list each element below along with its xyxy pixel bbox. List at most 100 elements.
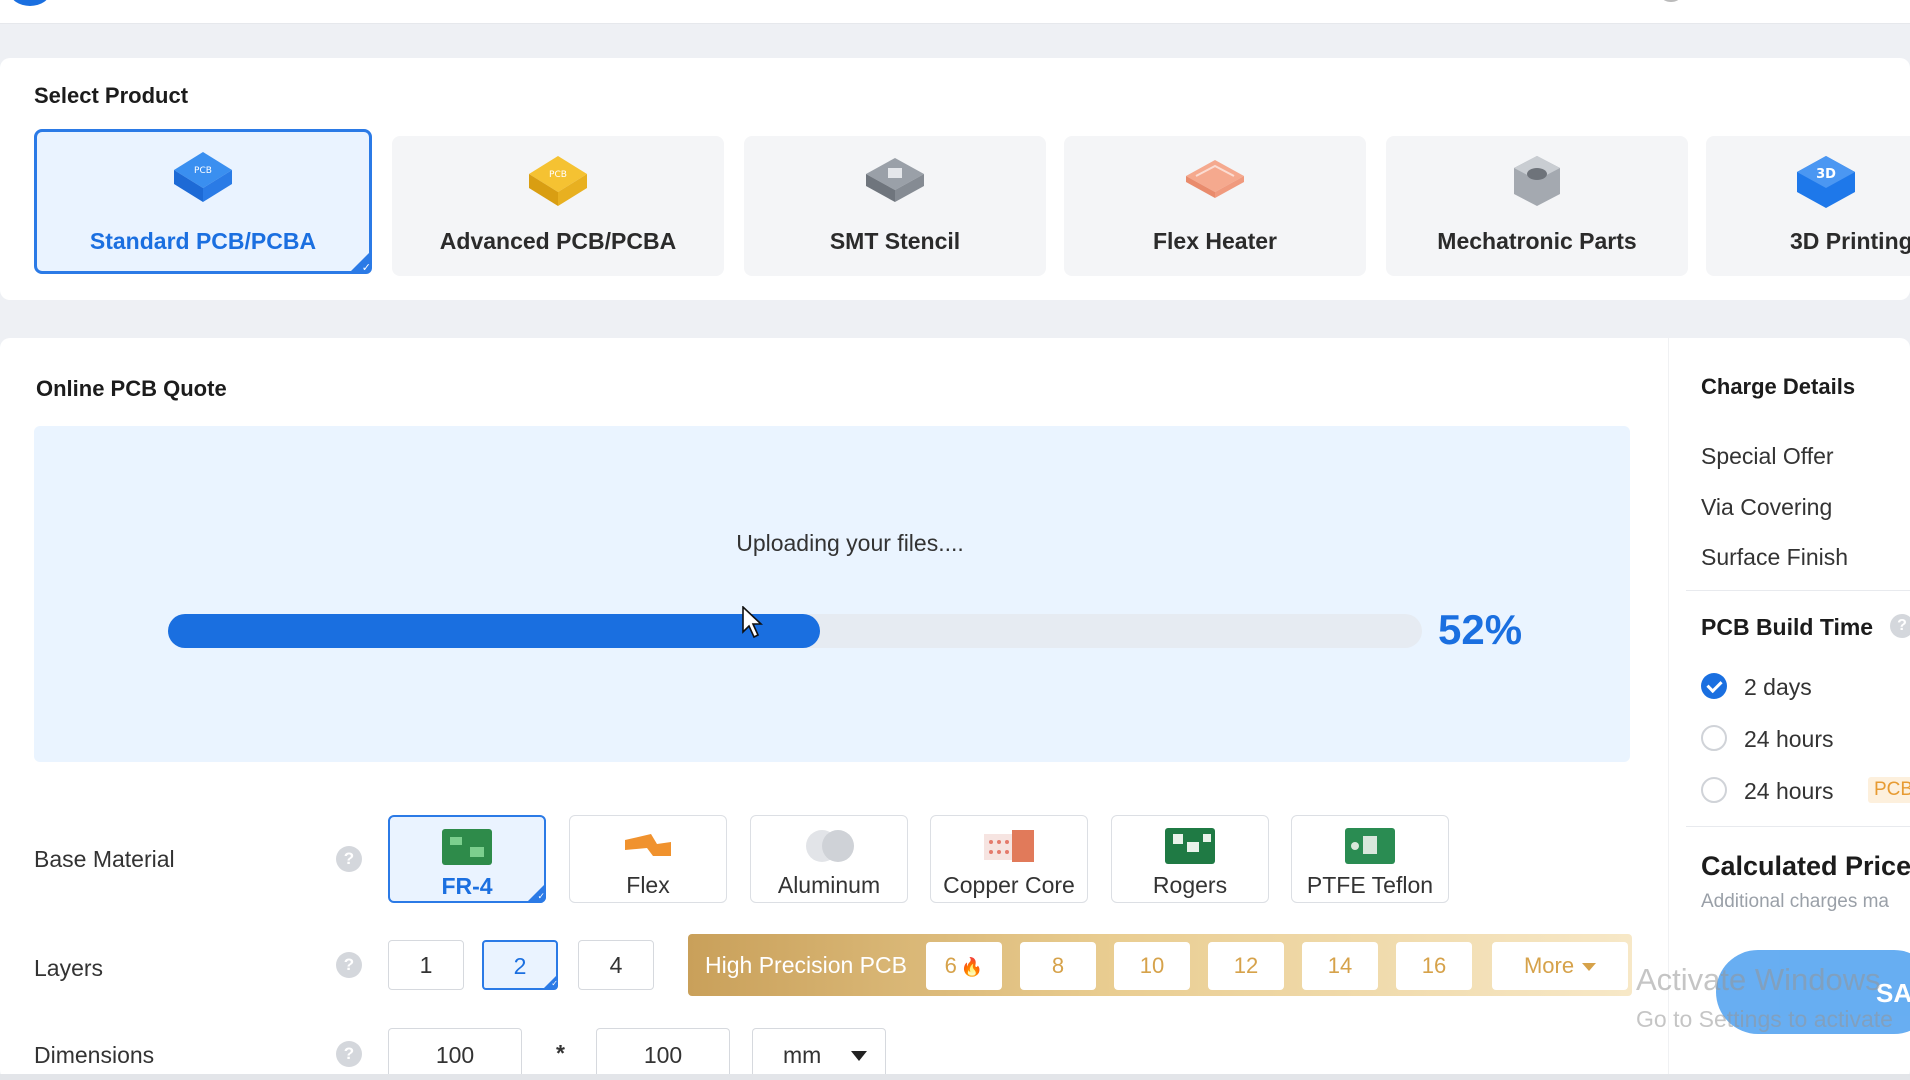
build-time-option-label: 24 hours — [1744, 726, 1834, 752]
help-icon[interactable]: ? — [1890, 614, 1910, 638]
fr4-board-icon — [442, 829, 492, 865]
selected-check-icon: ✓ — [526, 883, 546, 903]
caret-down-icon — [851, 1051, 867, 1061]
caret-down-icon — [1582, 963, 1597, 972]
copper-core-board-icon — [984, 830, 1034, 862]
unit-value: mm — [783, 1042, 822, 1068]
flex-board-icon — [625, 834, 671, 856]
svg-text:PCB: PCB — [549, 170, 567, 180]
upload-progress-percent: 52% — [1438, 606, 1523, 653]
material-aluminum[interactable]: Aluminum — [750, 815, 908, 903]
more-label: More — [1523, 953, 1575, 978]
material-rogers[interactable]: Rogers — [1111, 815, 1269, 903]
help-icon[interactable]: ? — [336, 1041, 362, 1067]
layer-option-2[interactable]: 2 ✓ — [482, 940, 558, 990]
upload-progress-bar — [168, 614, 1422, 648]
material-label: Flex — [626, 872, 670, 898]
hp-layer-option-12[interactable]: 12 — [1208, 942, 1284, 990]
material-flex[interactable]: Flex — [569, 815, 727, 903]
upload-zone[interactable] — [34, 426, 1630, 762]
mechatronic-parts-icon — [1514, 156, 1560, 206]
calculated-price-title: Calculated Price — [1701, 851, 1910, 881]
build-time-title: PCB Build Time — [1701, 614, 1874, 640]
svg-text:PCB: PCB — [194, 166, 212, 176]
activate-windows-subtitle: Go to Settings to activate — [1636, 1006, 1893, 1032]
build-time-option-label: 2 days — [1744, 674, 1812, 700]
material-ptfe-teflon[interactable]: PTFE Teflon — [1291, 815, 1449, 903]
flex-heater-icon — [1186, 160, 1244, 198]
layer-option-4[interactable]: 4 — [578, 940, 654, 990]
charge-item-via-covering: Via Covering — [1701, 494, 1833, 520]
aluminum-board-icon — [806, 830, 854, 862]
hp-layer-option-8[interactable]: 8 — [1020, 942, 1096, 990]
material-copper-core[interactable]: Copper Core — [930, 815, 1088, 903]
material-label: PTFE Teflon — [1306, 872, 1434, 898]
hp-layer-option-16[interactable]: 16 — [1396, 942, 1472, 990]
dimension-times-sign: * — [556, 1040, 565, 1066]
ptfe-teflon-board-icon — [1345, 828, 1395, 864]
material-label: Copper Core — [943, 872, 1075, 898]
mouse-cursor-icon — [742, 606, 764, 639]
hp-layer-label: 6 — [944, 953, 957, 978]
product-label: SMT Stencil — [829, 228, 961, 254]
product-label: Standard PCB/PCBA — [89, 228, 317, 254]
pcb-tag-badge: PCB — [1868, 777, 1910, 803]
build-time-radio-2-days[interactable] — [1701, 673, 1727, 699]
material-fr4[interactable]: FR-4 ✓ — [388, 815, 546, 903]
hp-more-button[interactable]: More — [1492, 942, 1628, 990]
divider — [1686, 590, 1910, 591]
product-3d-printing[interactable]: 3D 3D Printing — [1706, 136, 1910, 276]
standard-pcb-icon: PCB — [174, 152, 232, 202]
select-product-title: Select Product — [34, 83, 189, 108]
layers-label: Layers — [34, 955, 104, 981]
hp-layer-option-10[interactable]: 10 — [1114, 942, 1190, 990]
material-label: Rogers — [1152, 872, 1228, 898]
dimensions-label: Dimensions — [34, 1042, 155, 1068]
save-button-label: SA — [1876, 978, 1910, 1008]
3d-printing-icon: 3D — [1797, 156, 1855, 208]
product-label: 3D Printing — [1790, 228, 1910, 254]
top-bar — [0, 0, 1910, 24]
product-flex-heater[interactable]: Flex Heater — [1064, 136, 1366, 276]
fire-icon: 🔥 — [960, 957, 984, 977]
upload-progress-fill — [168, 614, 821, 648]
charge-item-surface-finish: Surface Finish — [1701, 544, 1849, 570]
build-time-radio-24-hours[interactable] — [1701, 725, 1727, 751]
user-avatar-icon[interactable] — [1662, 0, 1680, 2]
smt-stencil-icon — [866, 158, 924, 202]
charge-item-special-offer: Special Offer — [1701, 443, 1834, 469]
product-advanced-pcb[interactable]: PCB Advanced PCB/PCBA — [392, 136, 724, 276]
selected-check-icon: ✓ — [542, 974, 558, 990]
material-label: Aluminum — [777, 872, 881, 898]
material-label: FR-4 — [441, 873, 493, 899]
product-smt-stencil[interactable]: SMT Stencil — [744, 136, 1046, 276]
selected-check-icon: ✓ — [348, 250, 372, 274]
help-icon[interactable]: ? — [336, 952, 362, 978]
base-material-label: Base Material — [34, 846, 175, 872]
divider — [1686, 826, 1910, 827]
layer-option-label: 2 — [513, 953, 527, 979]
hp-layer-option-14[interactable]: 14 — [1302, 942, 1378, 990]
high-precision-title: High Precision PCB — [705, 952, 907, 978]
build-time-radio-24-hours-pcb[interactable] — [1701, 777, 1727, 803]
hp-layer-option-6[interactable]: 6 🔥 — [926, 942, 1002, 990]
dimension-width-input[interactable]: 100 — [388, 1028, 522, 1080]
dimension-height-input[interactable]: 100 — [596, 1028, 730, 1080]
product-mechatronic-parts[interactable]: Mechatronic Parts — [1386, 136, 1688, 276]
layer-option-1[interactable]: 1 — [388, 940, 464, 990]
additional-charges-note: Additional charges ma — [1701, 891, 1889, 912]
help-icon[interactable]: ? — [336, 846, 362, 872]
upload-message: Uploading your files.... — [736, 530, 964, 556]
advanced-pcb-icon: PCB — [529, 156, 587, 206]
svg-text:3D: 3D — [1816, 167, 1836, 182]
activate-windows-watermark: Activate Windows — [1636, 962, 1881, 997]
product-label: Advanced PCB/PCBA — [439, 228, 677, 254]
rogers-board-icon — [1165, 828, 1215, 864]
build-time-option-label: 24 hours — [1744, 778, 1834, 804]
charge-details-title: Charge Details — [1701, 374, 1856, 399]
product-label: Mechatronic Parts — [1437, 228, 1637, 254]
dimension-unit-select[interactable]: mm — [752, 1028, 886, 1080]
product-label: Flex Heater — [1152, 228, 1277, 254]
logo-icon[interactable] — [10, 0, 50, 6]
product-standard-pcb[interactable]: PCB Standard PCB/PCBA ✓ — [34, 129, 372, 274]
